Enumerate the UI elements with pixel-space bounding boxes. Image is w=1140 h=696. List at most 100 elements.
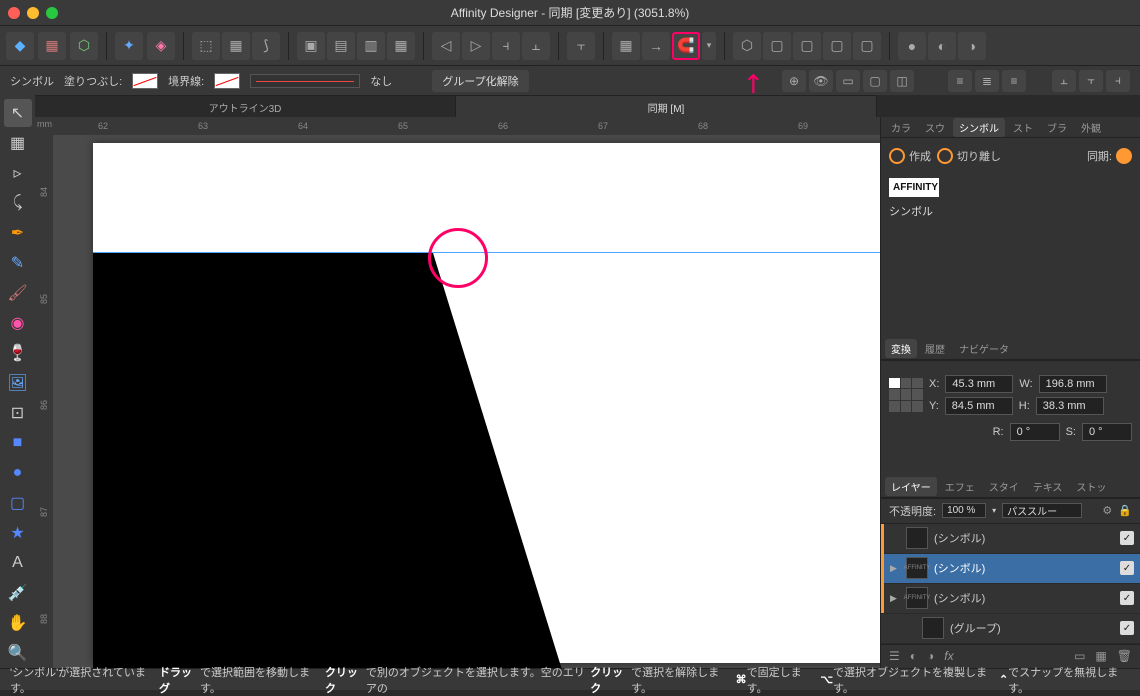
- artboard[interactable]: [93, 143, 880, 663]
- visibility-checkbox[interactable]: ✓: [1120, 531, 1134, 545]
- layer-fx-icon[interactable]: ◈: [147, 32, 175, 60]
- artboard-tool[interactable]: ▦: [4, 129, 32, 157]
- tab-text[interactable]: テキス: [1027, 477, 1069, 496]
- align-b-icon[interactable]: ⫞: [1106, 70, 1130, 92]
- pencil-tool[interactable]: ✎: [4, 249, 32, 277]
- anchor-picker[interactable]: [889, 378, 923, 412]
- bounds-icon[interactable]: ▢: [863, 70, 887, 92]
- layer-row[interactable]: (グループ) ✓: [881, 614, 1140, 644]
- tab-styles[interactable]: スタイ: [983, 477, 1025, 496]
- group-icon[interactable]: ▦: [1095, 649, 1106, 663]
- symbol-detach-button[interactable]: 切り離し: [937, 148, 1001, 164]
- expand-icon[interactable]: ▶: [890, 593, 900, 604]
- arrange-backward-icon[interactable]: ▥: [357, 32, 385, 60]
- target-icon[interactable]: ⊕: [782, 70, 806, 92]
- flip-h-icon[interactable]: ◁: [432, 32, 460, 60]
- arrange-forward-icon[interactable]: ▤: [327, 32, 355, 60]
- brush-tool[interactable]: 🖌: [4, 279, 32, 307]
- arrange-back-icon[interactable]: ▦: [387, 32, 415, 60]
- add-layer-icon[interactable]: ▭: [1074, 649, 1085, 663]
- align-right-icon[interactable]: ⫠: [522, 32, 550, 60]
- tab-swatches[interactable]: スウ: [919, 118, 951, 137]
- preview-icon[interactable]: 👁: [809, 70, 833, 92]
- align-t-icon[interactable]: ⫠: [1052, 70, 1076, 92]
- expand-icon[interactable]: ▶: [890, 563, 900, 574]
- boolean-int-icon[interactable]: ◑: [958, 32, 986, 60]
- tab-history[interactable]: 履歴: [919, 339, 951, 358]
- h-field[interactable]: [1036, 397, 1104, 415]
- s-field[interactable]: [1082, 423, 1132, 441]
- doctab-sync[interactable]: 同期 [M]: [456, 96, 877, 117]
- persona-pixel-icon[interactable]: ▦: [38, 32, 66, 60]
- stroke-width-preview[interactable]: [250, 74, 360, 88]
- tab-symbols[interactable]: シンボル: [953, 118, 1005, 137]
- snap-dropdown-icon[interactable]: ▾: [702, 32, 716, 60]
- tab-layers[interactable]: レイヤー: [885, 477, 937, 496]
- grid-icon[interactable]: ▦: [612, 32, 640, 60]
- pen-tool[interactable]: ✒: [4, 219, 32, 247]
- symbol-create-button[interactable]: 作成: [889, 148, 931, 164]
- tab-effects[interactable]: エフェ: [939, 477, 981, 496]
- place-image-tool[interactable]: 🖼: [4, 369, 32, 397]
- corner-tool[interactable]: ⤹: [4, 189, 32, 217]
- star-tool[interactable]: ★: [4, 519, 32, 547]
- move-tool[interactable]: ↖: [4, 99, 32, 127]
- add-icon[interactable]: ▢: [763, 32, 791, 60]
- tab-transform[interactable]: 変換: [885, 339, 917, 358]
- symbol-sync-toggle[interactable]: 同期:: [1087, 148, 1132, 164]
- select-marquee-icon[interactable]: ▦: [222, 32, 250, 60]
- x-field[interactable]: [945, 375, 1013, 393]
- boolean-sub-icon[interactable]: ◐: [928, 32, 956, 60]
- lock-icon[interactable]: ⬡: [733, 32, 761, 60]
- visibility-checkbox[interactable]: ✓: [1120, 621, 1134, 635]
- layer-row[interactable]: (シンボル) ✓: [881, 524, 1140, 554]
- visibility-checkbox[interactable]: ✓: [1120, 561, 1134, 575]
- persona-export-icon[interactable]: ⬡: [70, 32, 98, 60]
- select-all-icon[interactable]: ⬚: [192, 32, 220, 60]
- y-field[interactable]: [945, 397, 1013, 415]
- tab-brushes[interactable]: ブラ: [1041, 118, 1073, 137]
- align-r-icon[interactable]: ≡: [1002, 70, 1026, 92]
- assets-icon[interactable]: ✦: [115, 32, 143, 60]
- rounded-rect-tool[interactable]: ▢: [4, 489, 32, 517]
- subtract-icon[interactable]: ▢: [793, 32, 821, 60]
- adjust-icon[interactable]: ◑: [927, 649, 934, 663]
- transparency-tool[interactable]: 🍷: [4, 339, 32, 367]
- stroke-swatch[interactable]: [214, 73, 240, 89]
- mask-icon[interactable]: ◐: [910, 649, 917, 663]
- tab-color[interactable]: カラ: [885, 118, 917, 137]
- align-l-icon[interactable]: ≡: [948, 70, 972, 92]
- align-m-icon[interactable]: ⫟: [1079, 70, 1103, 92]
- symbol-item-label[interactable]: シンボル: [889, 203, 1132, 219]
- window-maximize-button[interactable]: [46, 7, 58, 19]
- tab-stock[interactable]: スト: [1007, 118, 1039, 137]
- snapping-icon[interactable]: 🧲: [672, 32, 700, 60]
- window-close-button[interactable]: [8, 7, 20, 19]
- arrange-front-icon[interactable]: ▣: [297, 32, 325, 60]
- boolean-add-icon[interactable]: ●: [898, 32, 926, 60]
- black-shape[interactable]: [93, 253, 563, 668]
- text-tool[interactable]: A: [4, 549, 32, 577]
- align-center-icon[interactable]: ⫟: [567, 32, 595, 60]
- r-field[interactable]: [1010, 423, 1060, 441]
- layer-row[interactable]: ▶ AFFINITY (シンボル) ✓: [881, 554, 1140, 584]
- rectangle-tool[interactable]: ■: [4, 429, 32, 457]
- ellipse-tool[interactable]: ●: [4, 459, 32, 487]
- lasso-icon[interactable]: ⟆: [252, 32, 280, 60]
- tab-appearance[interactable]: 外観: [1075, 118, 1107, 137]
- fx-icon[interactable]: fx: [944, 649, 953, 663]
- crop-tool[interactable]: ⊡: [4, 399, 32, 427]
- persona-designer-icon[interactable]: ◆: [6, 32, 34, 60]
- canvas[interactable]: [53, 135, 880, 668]
- doctab-outline3d[interactable]: アウトライン3D: [35, 96, 456, 117]
- window-minimize-button[interactable]: [27, 7, 39, 19]
- align-c-icon[interactable]: ≣: [975, 70, 999, 92]
- divide-icon[interactable]: ▢: [853, 32, 881, 60]
- ungroup-button[interactable]: グループ化解除: [432, 70, 528, 92]
- layer-row[interactable]: ▶ AFFINITY (シンボル) ✓: [881, 584, 1140, 614]
- baseline-icon[interactable]: ▭: [836, 70, 860, 92]
- intersect-icon[interactable]: ▢: [823, 32, 851, 60]
- delete-layer-icon[interactable]: 🗑: [1117, 649, 1132, 663]
- lock-icon[interactable]: 🔒: [1118, 504, 1132, 517]
- gear-icon[interactable]: ⚙: [1102, 504, 1112, 517]
